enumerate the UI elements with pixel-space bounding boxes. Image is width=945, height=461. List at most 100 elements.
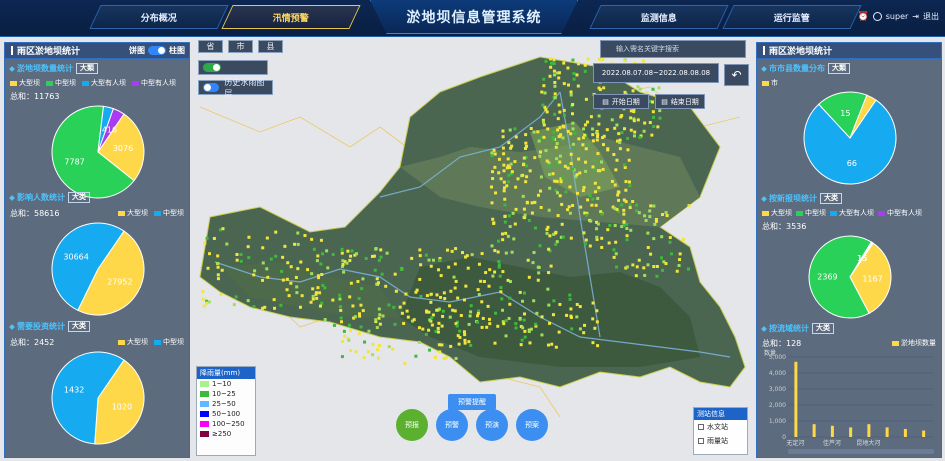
dam-marker[interactable]: [642, 266, 646, 270]
dam-marker[interactable]: [510, 250, 514, 254]
dam-marker[interactable]: [612, 255, 616, 259]
dam-marker[interactable]: [375, 326, 379, 330]
dam-marker[interactable]: [622, 212, 626, 216]
dam-marker[interactable]: [501, 146, 505, 150]
dam-marker[interactable]: [379, 248, 383, 252]
dam-marker[interactable]: [570, 112, 574, 116]
dam-marker[interactable]: [589, 115, 593, 119]
dam-marker[interactable]: [424, 332, 428, 336]
dam-marker[interactable]: [406, 315, 410, 319]
dam-marker[interactable]: [549, 264, 553, 268]
dam-marker[interactable]: [299, 260, 303, 264]
dam-marker[interactable]: [542, 123, 546, 127]
dam-marker[interactable]: [265, 236, 269, 240]
dam-marker[interactable]: [552, 62, 556, 66]
dam-marker[interactable]: [631, 199, 635, 203]
dam-marker[interactable]: [523, 213, 527, 217]
dam-marker[interactable]: [287, 294, 291, 298]
dam-marker[interactable]: [349, 329, 353, 333]
dam-marker[interactable]: [615, 158, 619, 162]
dam-marker[interactable]: [650, 133, 654, 137]
dam-marker[interactable]: [612, 153, 616, 157]
dam-marker[interactable]: [410, 256, 414, 260]
basin-bar-chart[interactable]: 数量01,0002,0003,0004,0005,000无定河 佳芦河 昆地大河: [762, 349, 938, 457]
dam-marker[interactable]: [615, 123, 619, 127]
checkbox-icon[interactable]: [698, 438, 704, 444]
dam-marker[interactable]: [687, 204, 691, 208]
dam-marker[interactable]: [500, 297, 504, 301]
dam-marker[interactable]: [553, 84, 557, 88]
dam-marker[interactable]: [463, 338, 467, 342]
dam-marker[interactable]: [648, 215, 652, 219]
dam-marker[interactable]: [497, 239, 501, 243]
dam-marker[interactable]: [453, 286, 457, 290]
dam-marker[interactable]: [546, 343, 550, 347]
dam-marker[interactable]: [675, 269, 679, 273]
dam-marker[interactable]: [613, 206, 617, 210]
dam-marker[interactable]: [606, 148, 610, 152]
dam-marker[interactable]: [502, 186, 506, 190]
dam-marker[interactable]: [247, 235, 251, 239]
dam-marker[interactable]: [528, 169, 532, 173]
dam-marker[interactable]: [320, 301, 324, 305]
dam-marker[interactable]: [441, 314, 445, 318]
dam-marker[interactable]: [510, 144, 514, 148]
date-range-display[interactable]: 2022.08.07.08~2022.08.08.08: [593, 63, 719, 83]
legend-item[interactable]: 中型有人坝: [132, 78, 176, 88]
dam-marker[interactable]: [479, 279, 483, 283]
dam-marker[interactable]: [216, 265, 220, 269]
dam-marker[interactable]: [547, 303, 551, 307]
dam-marker[interactable]: [623, 59, 627, 63]
dam-marker[interactable]: [504, 319, 508, 323]
dam-marker[interactable]: [651, 110, 655, 114]
dam-marker[interactable]: [584, 238, 588, 242]
legend-item[interactable]: 中型坝: [154, 337, 184, 348]
dam-marker[interactable]: [494, 191, 498, 195]
dam-marker[interactable]: [568, 293, 572, 297]
dam-marker[interactable]: [442, 291, 446, 295]
dam-marker[interactable]: [582, 231, 586, 235]
dam-marker[interactable]: [377, 258, 381, 262]
category-badge[interactable]: 大類: [76, 63, 98, 74]
dam-marker[interactable]: [491, 177, 495, 181]
dam-marker[interactable]: [341, 263, 345, 267]
dam-marker[interactable]: [497, 259, 501, 263]
rehearsal-button[interactable]: 预演: [476, 409, 508, 441]
dam-marker[interactable]: [582, 185, 586, 189]
dam-marker[interactable]: [556, 117, 560, 121]
dam-marker[interactable]: [651, 87, 655, 91]
dam-marker[interactable]: [668, 236, 672, 240]
dam-marker[interactable]: [534, 226, 538, 230]
dam-marker[interactable]: [655, 274, 659, 278]
dam-marker[interactable]: [571, 142, 575, 146]
dam-marker[interactable]: [541, 103, 545, 107]
dam-marker[interactable]: [637, 258, 641, 262]
dam-marker[interactable]: [545, 231, 549, 235]
dam-marker[interactable]: [553, 92, 557, 96]
dam-marker[interactable]: [533, 156, 537, 160]
dam-marker[interactable]: [555, 191, 559, 195]
dam-marker[interactable]: [648, 121, 652, 125]
dam-marker[interactable]: [643, 214, 647, 218]
dam-marker[interactable]: [657, 86, 661, 90]
dam-marker[interactable]: [387, 345, 391, 349]
dam-marker[interactable]: [624, 180, 628, 184]
dam-marker[interactable]: [553, 96, 557, 100]
dam-marker[interactable]: [568, 211, 572, 215]
dam-marker[interactable]: [595, 320, 599, 324]
dam-marker[interactable]: [658, 116, 662, 120]
dam-marker[interactable]: [507, 141, 511, 145]
dam-marker[interactable]: [466, 266, 470, 270]
dam-marker[interactable]: [205, 301, 209, 305]
dam-marker[interactable]: [216, 277, 220, 281]
dam-marker[interactable]: [490, 151, 494, 155]
dam-marker[interactable]: [356, 280, 360, 284]
dam-marker[interactable]: [253, 269, 257, 273]
dam-marker[interactable]: [435, 293, 439, 297]
dam-marker[interactable]: [444, 356, 448, 360]
legend-item[interactable]: 大型有人坝: [82, 78, 126, 88]
dam-marker[interactable]: [490, 154, 494, 158]
dam-marker[interactable]: [519, 343, 523, 347]
dam-marker[interactable]: [613, 224, 617, 228]
dam-marker[interactable]: [371, 342, 375, 346]
